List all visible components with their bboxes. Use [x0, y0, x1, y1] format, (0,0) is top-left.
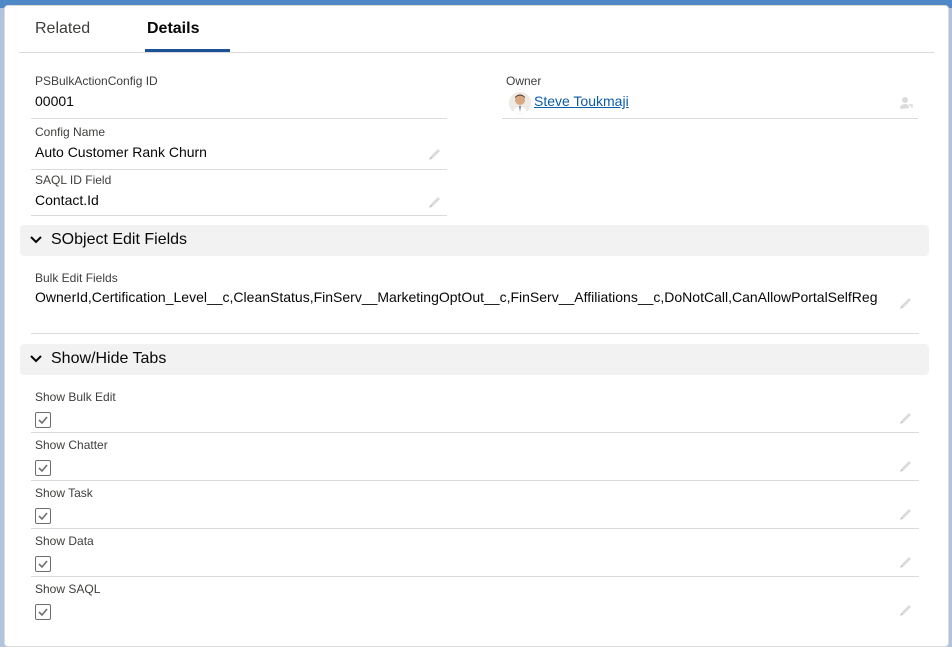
- field-label: Config Name: [35, 125, 106, 139]
- checkbox-checked: [35, 460, 51, 476]
- chevron-down-icon[interactable]: [29, 352, 43, 366]
- field-label: Show Bulk Edit: [35, 390, 116, 404]
- tab-bar: Related Details: [19, 6, 934, 53]
- field-divider: [31, 118, 447, 119]
- field-divider: [31, 432, 919, 433]
- checkbox-checked: [35, 412, 51, 428]
- field-label: SAQL ID Field: [35, 173, 112, 187]
- field-divider: [31, 333, 919, 334]
- owner-avatar: [509, 92, 531, 114]
- field-divider: [31, 480, 919, 481]
- edit-pencil-icon[interactable]: [428, 147, 442, 161]
- section-title: Show/Hide Tabs: [51, 350, 167, 367]
- checkbox-checked: [35, 556, 51, 572]
- edit-pencil-icon[interactable]: [428, 195, 442, 209]
- checkbox-checked: [35, 604, 51, 620]
- field-show-bulk-edit: Show Bulk Edit: [31, 390, 925, 438]
- field-divider: [31, 528, 919, 529]
- field-divider: [31, 576, 919, 577]
- field-divider: [31, 215, 447, 216]
- edit-pencil-icon[interactable]: [899, 296, 913, 310]
- field-show-saql: Show SAQL: [35, 582, 925, 630]
- change-owner-icon[interactable]: [899, 96, 913, 110]
- edit-pencil-icon[interactable]: [899, 507, 913, 521]
- owner-link[interactable]: Steve Toukmaji: [534, 93, 629, 109]
- field-value: 00001: [35, 93, 74, 109]
- checkbox-checked: [35, 508, 51, 524]
- active-tab-indicator: [145, 49, 230, 52]
- field-label: PSBulkActionConfig ID: [35, 74, 158, 88]
- section-title: SObject Edit Fields: [51, 231, 188, 248]
- record-detail-card: Related Details PSBulkActionConfig ID 00…: [4, 5, 949, 647]
- section-sobject-edit-fields[interactable]: SObject Edit Fields: [20, 225, 929, 256]
- field-divider: [502, 118, 918, 119]
- field-show-chatter: Show Chatter: [31, 438, 925, 486]
- field-label: Bulk Edit Fields: [35, 271, 118, 285]
- field-label: Show Data: [35, 534, 94, 548]
- edit-pencil-icon[interactable]: [899, 555, 913, 569]
- tab-related[interactable]: Related: [35, 20, 90, 38]
- edit-pencil-icon[interactable]: [899, 603, 913, 617]
- field-label: Show SAQL: [35, 582, 101, 596]
- field-divider: [31, 169, 447, 170]
- tab-details[interactable]: Details: [147, 20, 199, 38]
- field-show-data: Show Data: [31, 534, 925, 582]
- chevron-down-icon[interactable]: [29, 233, 43, 247]
- field-label: Owner: [506, 74, 542, 88]
- field-value: OwnerId,Certification_Level__c,CleanStat…: [35, 289, 878, 305]
- field-label: Show Chatter: [35, 438, 108, 452]
- field-value: Contact.Id: [35, 192, 99, 208]
- section-show-hide-tabs[interactable]: Show/Hide Tabs: [20, 344, 929, 375]
- edit-pencil-icon[interactable]: [899, 459, 913, 473]
- edit-pencil-icon[interactable]: [899, 411, 913, 425]
- field-label: Show Task: [35, 486, 93, 500]
- field-value: Auto Customer Rank Churn: [35, 144, 207, 160]
- field-bulk-edit-fields: Bulk Edit Fields OwnerId,Certification_L…: [31, 271, 925, 335]
- field-show-task: Show Task: [31, 486, 925, 534]
